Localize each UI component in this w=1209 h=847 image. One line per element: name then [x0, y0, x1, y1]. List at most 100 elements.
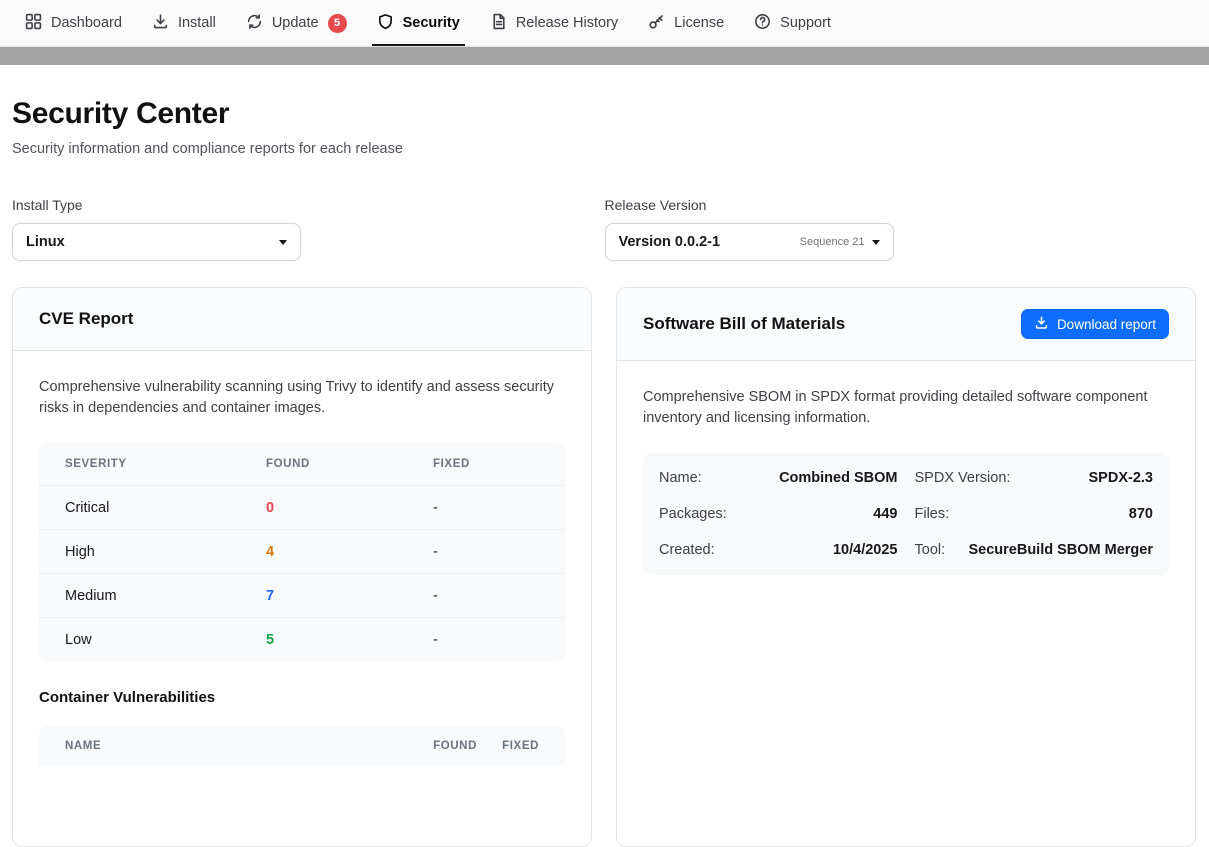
- page-subtitle: Security information and compliance repo…: [12, 141, 1197, 157]
- table-row: Medium 7 -: [39, 573, 565, 617]
- found-count: 0: [266, 500, 433, 516]
- install-type-value: Linux: [26, 234, 279, 250]
- shield-icon: [377, 13, 394, 34]
- nav-label: Release History: [516, 15, 618, 31]
- detail-label: Tool:: [915, 542, 946, 558]
- sbom-card-header: Software Bill of Materials Download repo…: [617, 288, 1195, 361]
- install-type-select[interactable]: Linux: [12, 223, 301, 261]
- col-name: NAME: [65, 740, 397, 752]
- table-row: Critical 0 -: [39, 485, 565, 529]
- cve-card-header: CVE Report: [13, 288, 591, 351]
- cve-card-body: Comprehensive vulnerability scanning usi…: [13, 351, 591, 792]
- nav-item-update[interactable]: Update 5: [231, 0, 362, 46]
- cve-card-title: CVE Report: [39, 309, 133, 329]
- detail-label: Created:: [659, 542, 715, 558]
- download-report-label: Download report: [1057, 317, 1156, 332]
- cards-row: CVE Report Comprehensive vulnerability s…: [12, 287, 1197, 847]
- release-version-label: Release Version: [605, 197, 1198, 213]
- nav-label: Update: [272, 15, 319, 31]
- severity-name: Medium: [65, 588, 266, 604]
- nav-item-install[interactable]: Install: [137, 0, 231, 46]
- install-type-label: Install Type: [12, 197, 605, 213]
- cve-description: Comprehensive vulnerability scanning usi…: [39, 377, 565, 419]
- fixed-count: -: [433, 632, 539, 648]
- top-nav: Dashboard Install Update 5 Security Rele…: [0, 0, 1209, 47]
- sbom-pair: SPDX Version: SPDX-2.3: [915, 470, 1154, 486]
- severity-table: SEVERITY FOUND FIXED Critical 0 - High 4…: [39, 443, 565, 661]
- nav-item-release-history[interactable]: Release History: [475, 0, 633, 46]
- detail-value: 870: [1129, 506, 1153, 522]
- col-fixed: FIXED: [433, 458, 539, 470]
- release-version-select[interactable]: Version 0.0.2-1 Sequence 21: [605, 223, 894, 261]
- nav-label: License: [674, 15, 724, 31]
- detail-value: SecureBuild SBOM Merger: [968, 542, 1153, 558]
- col-found: FOUND: [266, 458, 433, 470]
- nav-label: Security: [403, 15, 460, 31]
- sbom-card-body: Comprehensive SBOM in SPDX format provid…: [617, 361, 1195, 601]
- sbom-card: Software Bill of Materials Download repo…: [616, 287, 1196, 847]
- detail-label: SPDX Version:: [915, 470, 1011, 486]
- severity-name: Low: [65, 632, 266, 648]
- container-vulnerabilities-title: Container Vulnerabilities: [39, 689, 565, 706]
- nav-item-license[interactable]: License: [633, 0, 739, 46]
- sbom-pair: Packages: 449: [659, 506, 898, 522]
- release-version-value: Version 0.0.2-1: [619, 234, 800, 250]
- found-count: 7: [266, 588, 433, 604]
- divider-strip: [0, 47, 1209, 65]
- nav-item-security[interactable]: Security: [362, 0, 475, 46]
- document-icon: [490, 13, 507, 34]
- severity-name: High: [65, 544, 266, 560]
- detail-value: 449: [873, 506, 897, 522]
- container-table-header: NAME FOUND FIXED: [39, 726, 565, 766]
- fixed-count: -: [433, 500, 539, 516]
- dashboard-icon: [25, 13, 42, 34]
- col-found: FOUND: [397, 740, 477, 752]
- sbom-card-title: Software Bill of Materials: [643, 314, 845, 334]
- sbom-row: Name: Combined SBOM SPDX Version: SPDX-2…: [659, 460, 1153, 496]
- sbom-pair: Created: 10/4/2025: [659, 542, 898, 558]
- nav-label: Support: [780, 15, 831, 31]
- install-type-filter: Install Type Linux: [12, 197, 605, 261]
- detail-label: Name:: [659, 470, 702, 486]
- found-count: 5: [266, 632, 433, 648]
- update-icon: [246, 13, 263, 34]
- fixed-count: -: [433, 588, 539, 604]
- detail-value: 10/4/2025: [833, 542, 898, 558]
- severity-name: Critical: [65, 500, 266, 516]
- filters-row: Install Type Linux Release Version Versi…: [12, 197, 1197, 261]
- found-count: 4: [266, 544, 433, 560]
- detail-label: Files:: [915, 506, 950, 522]
- cve-report-card: CVE Report Comprehensive vulnerability s…: [12, 287, 592, 847]
- detail-label: Packages:: [659, 506, 727, 522]
- release-version-filter: Release Version Version 0.0.2-1 Sequence…: [605, 197, 1198, 261]
- nav-label: Dashboard: [51, 15, 122, 31]
- page-title: Security Center: [12, 97, 1197, 131]
- sbom-row: Created: 10/4/2025 Tool: SecureBuild SBO…: [659, 532, 1153, 568]
- col-severity: SEVERITY: [65, 458, 266, 470]
- nav-item-support[interactable]: Support: [739, 0, 846, 46]
- fixed-count: -: [433, 544, 539, 560]
- sbom-pair: Name: Combined SBOM: [659, 470, 898, 486]
- install-icon: [152, 13, 169, 34]
- key-icon: [648, 13, 665, 34]
- sbom-pair: Files: 870: [915, 506, 1154, 522]
- nav-label: Install: [178, 15, 216, 31]
- severity-table-header: SEVERITY FOUND FIXED: [39, 443, 565, 485]
- sbom-pair: Tool: SecureBuild SBOM Merger: [915, 542, 1154, 558]
- help-circle-icon: [754, 13, 771, 34]
- detail-value: SPDX-2.3: [1089, 470, 1153, 486]
- download-icon: [1034, 315, 1049, 333]
- sbom-details-grid: Name: Combined SBOM SPDX Version: SPDX-2…: [643, 453, 1169, 575]
- update-count-badge: 5: [328, 14, 347, 33]
- security-center-page: Security Center Security information and…: [0, 97, 1209, 847]
- chevron-down-icon: [872, 240, 880, 245]
- release-sequence: Sequence 21: [800, 236, 865, 248]
- sbom-row: Packages: 449 Files: 870: [659, 496, 1153, 532]
- chevron-down-icon: [279, 240, 287, 245]
- download-report-button[interactable]: Download report: [1021, 309, 1169, 339]
- col-fixed: FIXED: [477, 740, 539, 752]
- table-row: Low 5 -: [39, 617, 565, 661]
- detail-value: Combined SBOM: [779, 470, 897, 486]
- nav-item-dashboard[interactable]: Dashboard: [10, 0, 137, 46]
- sbom-description: Comprehensive SBOM in SPDX format provid…: [643, 387, 1169, 429]
